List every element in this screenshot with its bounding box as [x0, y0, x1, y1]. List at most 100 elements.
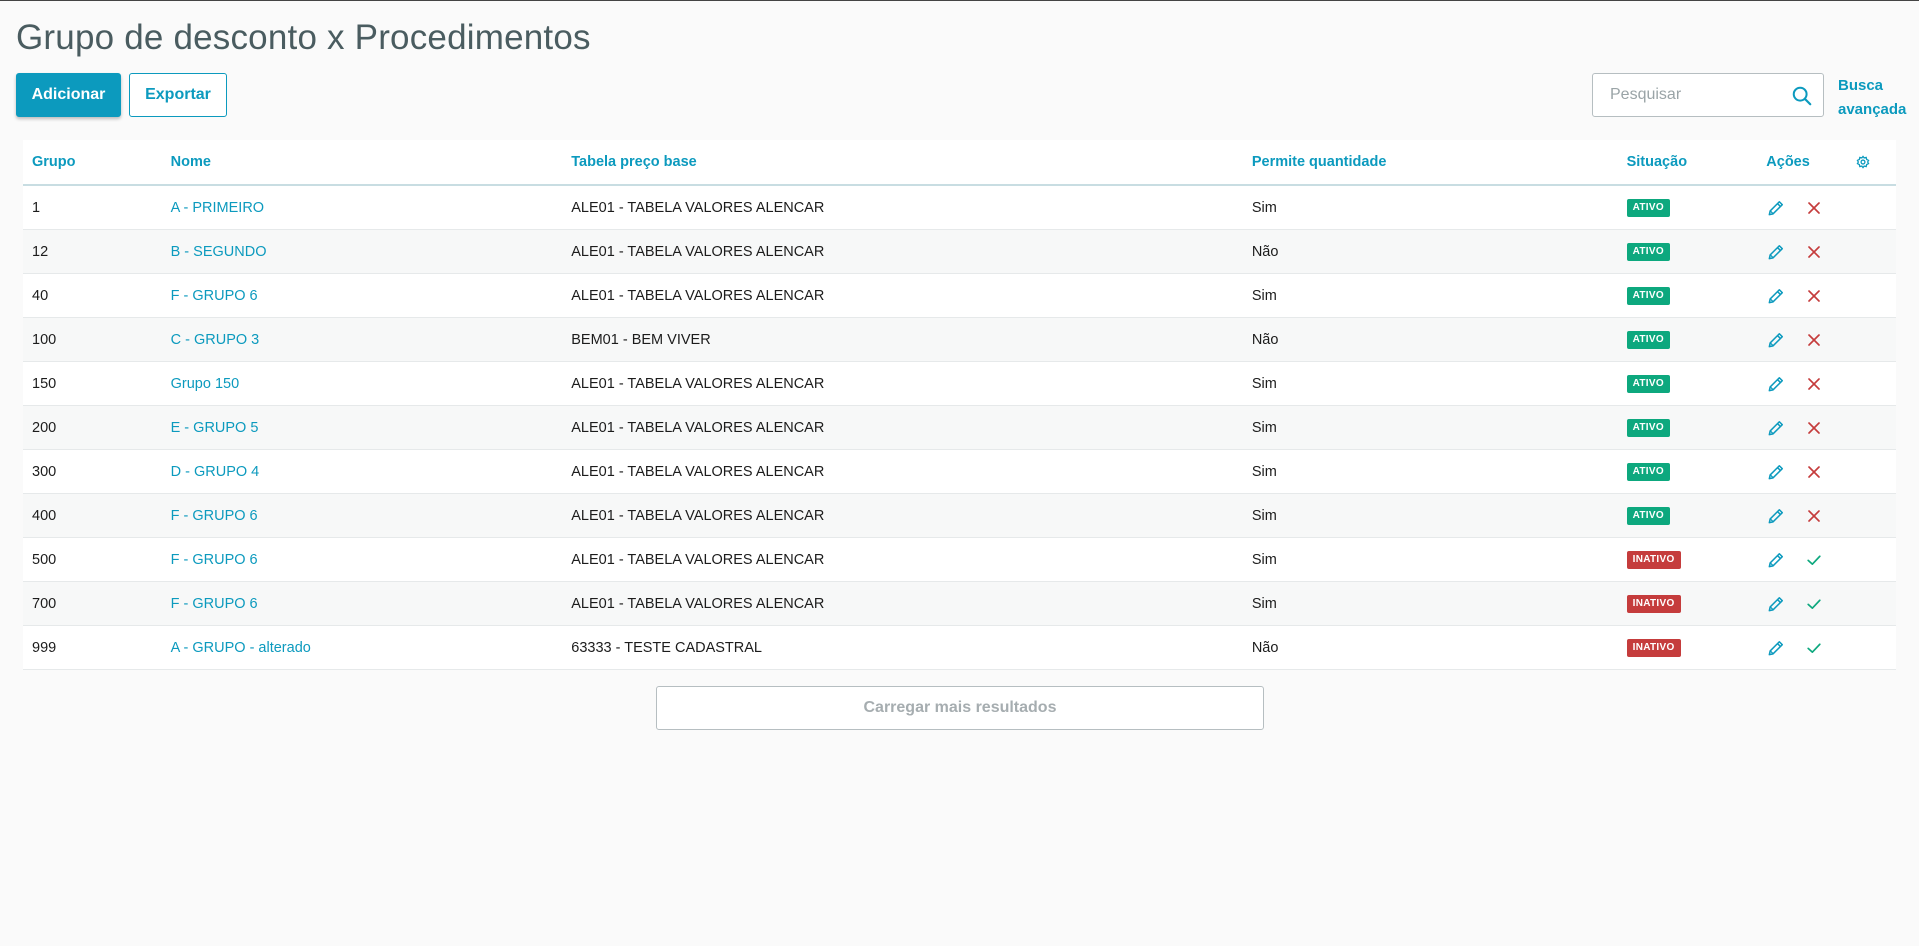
cell-tabela: ALE01 - TABELA VALORES ALENCAR — [571, 185, 1252, 230]
pencil-icon[interactable] — [1766, 638, 1786, 658]
nome-link[interactable]: C - GRUPO 3 — [171, 332, 260, 348]
cell-tabela: ALE01 - TABELA VALORES ALENCAR — [571, 405, 1252, 450]
status-badge: ATIVO — [1626, 199, 1670, 217]
nome-link[interactable]: E - GRUPO 5 — [171, 420, 259, 436]
add-button[interactable]: Adicionar — [16, 73, 121, 117]
table-header: Grupo Nome Tabela preço base Permite qua… — [23, 140, 1896, 186]
search-icon[interactable] — [1791, 85, 1813, 107]
pencil-icon[interactable] — [1766, 594, 1786, 614]
status-badge: ATIVO — [1626, 419, 1670, 437]
cell-acoes — [1766, 625, 1857, 670]
cell-situacao: ATIVO — [1626, 361, 1767, 406]
pencil-icon[interactable] — [1766, 506, 1786, 526]
cell-grupo: 40 — [23, 273, 171, 318]
pencil-icon[interactable] — [1766, 330, 1786, 350]
close-icon[interactable] — [1804, 198, 1824, 218]
status-badge: INATIVO — [1626, 639, 1681, 657]
cell-tabela: ALE01 - TABELA VALORES ALENCAR — [571, 449, 1252, 494]
column-header-tabela[interactable]: Tabela preço base — [571, 140, 1252, 186]
cell-tabela: 63333 - TESTE CADASTRAL — [571, 625, 1252, 670]
close-icon[interactable] — [1804, 242, 1824, 262]
cell-tabela: ALE01 - TABELA VALORES ALENCAR — [571, 537, 1252, 582]
load-more-button[interactable]: Carregar mais resultados — [656, 686, 1264, 730]
page-title: Grupo de desconto x Procedimentos — [16, 18, 591, 57]
check-icon[interactable] — [1804, 638, 1824, 658]
cell-permite: Sim — [1251, 449, 1627, 494]
column-header-acoes: Ações — [1766, 140, 1857, 186]
cell-permite: Não — [1251, 229, 1627, 274]
cell-tabela: ALE01 - TABELA VALORES ALENCAR — [571, 581, 1252, 626]
search-input[interactable] — [1608, 85, 1792, 105]
cell-permite: Sim — [1251, 581, 1627, 626]
check-icon[interactable] — [1804, 550, 1824, 570]
status-badge: ATIVO — [1626, 375, 1670, 393]
nome-link[interactable]: F - GRUPO 6 — [171, 552, 258, 568]
cell-permite: Sim — [1251, 537, 1627, 582]
cell-nome: B - SEGUNDO — [170, 229, 572, 274]
table-row: 200 E - GRUPO 5 ALE01 - TABELA VALORES ALE… — [23, 405, 1896, 450]
pencil-icon[interactable] — [1766, 242, 1786, 262]
nome-link[interactable]: Grupo 150 — [171, 376, 240, 392]
cell-permite: Sim — [1251, 493, 1627, 538]
table-row: 400 F - GRUPO 6 ALE01 - TABELA VALORES ALE… — [23, 493, 1896, 538]
table-row: 999 A - GRUPO - alterado 63333 - TESTE CAD… — [23, 625, 1896, 670]
close-icon[interactable] — [1804, 286, 1824, 306]
close-icon[interactable] — [1804, 462, 1824, 482]
cell-situacao: ATIVO — [1626, 449, 1767, 494]
cell-acoes — [1766, 273, 1857, 318]
export-button[interactable]: Exportar — [129, 73, 227, 117]
status-badge: ATIVO — [1626, 463, 1670, 481]
table-header-row: Grupo Nome Tabela preço base Permite qua… — [23, 140, 1896, 186]
pencil-icon[interactable] — [1766, 418, 1786, 438]
pencil-icon[interactable] — [1766, 462, 1786, 482]
cell-tabela: ALE01 - TABELA VALORES ALENCAR — [571, 493, 1252, 538]
nome-link[interactable]: F - GRUPO 6 — [171, 596, 258, 612]
cell-situacao: ATIVO — [1626, 185, 1767, 230]
check-icon[interactable] — [1804, 594, 1824, 614]
nome-link[interactable]: A - PRIMEIRO — [171, 200, 264, 216]
gear-icon[interactable] — [1856, 155, 1870, 169]
cell-grupo: 100 — [23, 317, 171, 362]
close-icon[interactable] — [1804, 418, 1824, 438]
cell-empty — [1856, 581, 1896, 626]
column-header-grupo[interactable]: Grupo — [23, 140, 171, 186]
close-icon[interactable] — [1804, 506, 1824, 526]
results-table: Grupo Nome Tabela preço base Permite qua… — [23, 140, 1896, 670]
cell-permite: Sim — [1251, 361, 1627, 406]
nome-link[interactable]: A - GRUPO - alterado — [171, 640, 311, 656]
nome-link[interactable]: F - GRUPO 6 — [171, 288, 258, 304]
advanced-search-line2: avançada — [1838, 101, 1907, 118]
pencil-icon[interactable] — [1766, 286, 1786, 306]
cell-empty — [1856, 229, 1896, 274]
column-header-nome[interactable]: Nome — [170, 140, 572, 186]
cell-empty — [1856, 317, 1896, 362]
pencil-icon[interactable] — [1766, 550, 1786, 570]
cell-acoes — [1766, 537, 1857, 582]
advanced-search-line1: Busca — [1838, 77, 1884, 94]
cell-acoes — [1766, 405, 1857, 450]
nome-link[interactable]: B - SEGUNDO — [171, 244, 267, 260]
cell-grupo: 700 — [23, 581, 171, 626]
cell-tabela: BEM01 - BEM VIVER — [571, 317, 1252, 362]
table-row: 150 Grupo 150 ALE01 - TABELA VALORES ALENC… — [23, 361, 1896, 406]
cell-nome: Grupo 150 — [170, 361, 572, 406]
cell-grupo: 12 — [23, 229, 171, 274]
column-header-permite[interactable]: Permite quantidade — [1251, 140, 1627, 186]
cell-nome: E - GRUPO 5 — [170, 405, 572, 450]
column-header-situacao[interactable]: Situação — [1626, 140, 1767, 186]
nome-link[interactable]: F - GRUPO 6 — [171, 508, 258, 524]
close-icon[interactable] — [1804, 374, 1824, 394]
cell-situacao: ATIVO — [1626, 493, 1767, 538]
pencil-icon[interactable] — [1766, 374, 1786, 394]
cell-nome: D - GRUPO 4 — [170, 449, 572, 494]
cell-nome: C - GRUPO 3 — [170, 317, 572, 362]
nome-link[interactable]: D - GRUPO 4 — [171, 464, 260, 480]
status-badge: INATIVO — [1626, 551, 1681, 569]
pencil-icon[interactable] — [1766, 198, 1786, 218]
table-row: 700 F - GRUPO 6 ALE01 - TABELA VALORES ALE… — [23, 581, 1896, 626]
cell-permite: Sim — [1251, 273, 1627, 318]
column-settings[interactable] — [1856, 140, 1896, 186]
close-icon[interactable] — [1804, 330, 1824, 350]
cell-permite: Sim — [1251, 185, 1627, 230]
advanced-search-link[interactable]: Busca avançada — [1838, 74, 1908, 122]
